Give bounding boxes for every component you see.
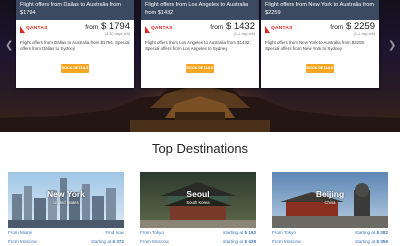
- route-price: starting at $ 372: [91, 239, 124, 244]
- destination-country: China: [324, 200, 336, 205]
- destination-image[interactable]: Seoul South Korea: [140, 172, 256, 228]
- airline-logo: QANTAS: [265, 26, 299, 33]
- book-details-button[interactable]: Book Details: [61, 64, 89, 73]
- carousel-prev-icon[interactable]: ❮: [5, 40, 13, 51]
- route-row[interactable]: From Tokyo starting at $ 192: [140, 228, 256, 237]
- destination-image[interactable]: Beijing China: [272, 172, 388, 228]
- offer-card-new-york: Flight offers from New York to Australia…: [261, 0, 379, 88]
- route-price: starting at $ 356: [355, 239, 388, 244]
- offer-price: from $ 2259: [330, 21, 375, 32]
- route-price: starting at $ 428: [223, 239, 256, 244]
- offer-description: Flight offers from Los Angeles to Austra…: [145, 40, 251, 51]
- route-row[interactable]: From Moscow starting at $ 372: [8, 237, 124, 246]
- destination-card-new-york[interactable]: New York United States From Miami Find n…: [8, 172, 124, 246]
- offer-price: from $ 1794: [85, 21, 130, 32]
- route-row[interactable]: From Moscow starting at $ 356: [272, 237, 388, 246]
- book-details-button[interactable]: Book Details: [186, 64, 214, 73]
- find-now-link[interactable]: Find now: [105, 230, 124, 235]
- carousel-next-icon[interactable]: ❯: [388, 40, 396, 51]
- offer-price: from $ 1432: [210, 21, 255, 32]
- offer-description: Flight offers from New York to Australia…: [265, 40, 366, 51]
- book-details-button[interactable]: Book Details: [306, 64, 334, 73]
- route-row[interactable]: From Tokyo starting at $ 282: [272, 228, 388, 237]
- offer-description: Flight offers from Dallas to Australia f…: [20, 40, 130, 51]
- airline-logo: QANTAS: [145, 26, 179, 33]
- offer-title[interactable]: Flight offers from Los Angeles to Austra…: [141, 0, 259, 20]
- offer-title[interactable]: Flight offers from Dallas to Australia f…: [16, 0, 134, 20]
- route-price: starting at $ 192: [223, 230, 256, 235]
- route-price: starting at $ 282: [355, 230, 388, 235]
- section-title: Top Destinations: [151, 141, 249, 156]
- destination-city: Seoul: [186, 189, 210, 199]
- route-row[interactable]: From Moscow starting at $ 428: [140, 237, 256, 246]
- offer-card-dallas: Flight offers from Dallas to Australia f…: [16, 0, 134, 88]
- offer-title[interactable]: Flight offers from New York to Australia…: [261, 0, 379, 20]
- destination-card-beijing[interactable]: Beijing China From Tokyo starting at $ 2…: [272, 172, 388, 246]
- kangaroo-icon: [20, 26, 25, 33]
- destination-card-seoul[interactable]: Seoul South Korea From Tokyo starting at…: [140, 172, 256, 246]
- offer-days-left: (3-30 days left): [104, 32, 130, 36]
- destination-city: Beijing: [315, 189, 345, 199]
- route-row[interactable]: From Miami Find now: [8, 228, 124, 237]
- offer-days-left: (1-1 day left): [353, 32, 375, 36]
- destination-country: United States: [53, 200, 79, 205]
- destination-image[interactable]: New York United States: [8, 172, 124, 228]
- offer-days-left: (1-1 day left): [233, 32, 255, 36]
- kangaroo-icon: [265, 26, 270, 33]
- kangaroo-icon: [145, 26, 150, 33]
- destination-country: South Korea: [186, 200, 210, 205]
- airline-logo: QANTAS: [20, 26, 54, 33]
- destination-city: New York: [47, 189, 85, 199]
- offer-card-los-angeles: Flight offers from Los Angeles to Austra…: [141, 0, 259, 88]
